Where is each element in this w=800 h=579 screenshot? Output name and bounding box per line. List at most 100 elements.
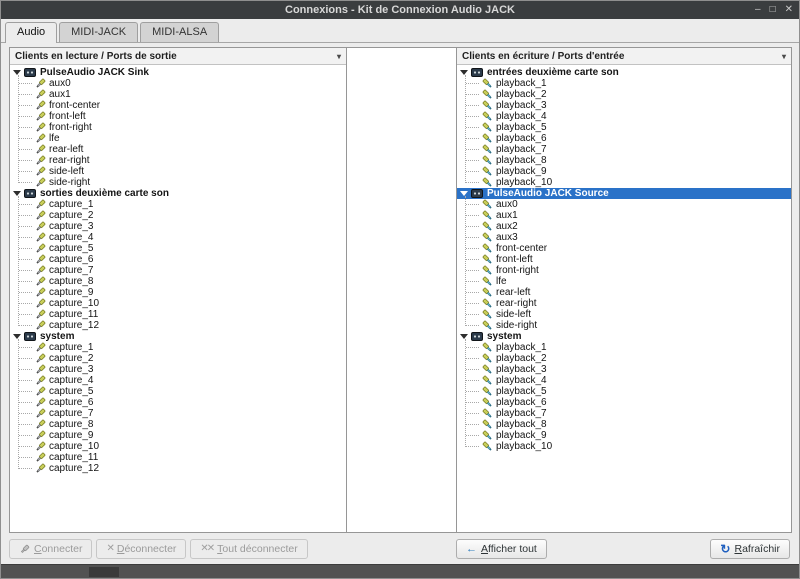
output-port-icon: [35, 111, 46, 122]
port-row[interactable]: rear-right: [10, 155, 346, 166]
port-row[interactable]: capture_10: [10, 441, 346, 452]
client-row[interactable]: system: [10, 331, 346, 342]
port-row[interactable]: side-left: [10, 166, 346, 177]
port-row[interactable]: playback_10: [457, 177, 791, 188]
port-row[interactable]: capture_11: [10, 309, 346, 320]
port-row[interactable]: front-center: [457, 243, 791, 254]
show-all-button[interactable]: ← Afficher tout: [456, 539, 547, 559]
disconnect-all-button[interactable]: ✕✕ Tout déconnecter: [190, 539, 308, 559]
input-port-icon: [482, 298, 493, 309]
port-row[interactable]: playback_1: [457, 78, 791, 89]
port-row[interactable]: lfe: [457, 276, 791, 287]
port-row[interactable]: capture_9: [10, 430, 346, 441]
expander-icon[interactable]: [13, 191, 21, 196]
titlebar[interactable]: Connexions - Kit de Connexion Audio JACK…: [1, 1, 799, 19]
header-dropdown-arrow-icon[interactable]: ▾: [782, 52, 786, 61]
port-row[interactable]: playback_9: [457, 166, 791, 177]
port-row[interactable]: capture_10: [10, 298, 346, 309]
port-row[interactable]: playback_8: [457, 155, 791, 166]
port-row[interactable]: front-center: [10, 100, 346, 111]
port-row[interactable]: front-left: [457, 254, 791, 265]
port-row[interactable]: playback_8: [457, 419, 791, 430]
expander-icon[interactable]: [460, 191, 468, 196]
tab-midi-jack[interactable]: MIDI-JACK: [59, 22, 139, 42]
port-row[interactable]: playback_10: [457, 441, 791, 452]
port-row[interactable]: playback_7: [457, 144, 791, 155]
port-row[interactable]: capture_2: [10, 210, 346, 221]
port-label: playback_7: [496, 144, 547, 155]
port-row[interactable]: aux0: [10, 78, 346, 89]
port-row[interactable]: playback_3: [457, 100, 791, 111]
port-row[interactable]: capture_4: [10, 232, 346, 243]
client-icon: [471, 68, 483, 77]
taskbar-item[interactable]: [89, 567, 119, 577]
port-row[interactable]: rear-left: [457, 287, 791, 298]
port-label: capture_9: [49, 287, 94, 298]
port-row[interactable]: capture_5: [10, 243, 346, 254]
tab-audio[interactable]: Audio: [5, 22, 58, 43]
port-row[interactable]: aux3: [457, 232, 791, 243]
expander-icon[interactable]: [460, 70, 468, 75]
port-row[interactable]: side-left: [457, 309, 791, 320]
refresh-button[interactable]: ↻ Rafraîchir: [710, 539, 790, 559]
port-row[interactable]: capture_7: [10, 408, 346, 419]
port-row[interactable]: capture_6: [10, 254, 346, 265]
port-row[interactable]: playback_2: [457, 353, 791, 364]
port-row[interactable]: side-right: [457, 320, 791, 331]
port-row[interactable]: playback_1: [457, 342, 791, 353]
port-row[interactable]: front-left: [10, 111, 346, 122]
port-row[interactable]: playback_3: [457, 364, 791, 375]
port-row[interactable]: aux1: [10, 89, 346, 100]
port-row[interactable]: capture_1: [10, 342, 346, 353]
port-row[interactable]: playback_5: [457, 386, 791, 397]
port-row[interactable]: playback_4: [457, 111, 791, 122]
port-row[interactable]: aux0: [457, 199, 791, 210]
expander-icon[interactable]: [13, 334, 21, 339]
port-row[interactable]: capture_9: [10, 287, 346, 298]
port-row[interactable]: playback_6: [457, 133, 791, 144]
port-row[interactable]: capture_8: [10, 419, 346, 430]
port-row[interactable]: capture_3: [10, 364, 346, 375]
port-row[interactable]: front-right: [457, 265, 791, 276]
port-row[interactable]: playback_9: [457, 430, 791, 441]
port-row[interactable]: playback_7: [457, 408, 791, 419]
port-row[interactable]: capture_6: [10, 397, 346, 408]
disconnect-button[interactable]: ✕ Déconnecter: [96, 539, 187, 559]
port-row[interactable]: capture_12: [10, 463, 346, 474]
port-row[interactable]: playback_5: [457, 122, 791, 133]
port-row[interactable]: capture_5: [10, 386, 346, 397]
port-row[interactable]: capture_12: [10, 320, 346, 331]
port-row[interactable]: capture_1: [10, 199, 346, 210]
header-dropdown-arrow-icon[interactable]: ▾: [337, 52, 341, 61]
port-row[interactable]: capture_3: [10, 221, 346, 232]
client-row[interactable]: sorties deuxième carte son: [10, 188, 346, 199]
maximize-icon[interactable]: □: [770, 5, 776, 15]
client-row[interactable]: PulseAudio JACK Source: [457, 188, 791, 199]
port-row[interactable]: capture_7: [10, 265, 346, 276]
port-row[interactable]: rear-right: [457, 298, 791, 309]
port-row[interactable]: lfe: [10, 133, 346, 144]
port-row[interactable]: playback_2: [457, 89, 791, 100]
port-row[interactable]: aux2: [457, 221, 791, 232]
expander-icon[interactable]: [13, 70, 21, 75]
close-icon[interactable]: ✕: [785, 5, 793, 15]
port-row[interactable]: rear-left: [10, 144, 346, 155]
port-row[interactable]: capture_4: [10, 375, 346, 386]
left-panel-header[interactable]: Clients en lecture / Ports de sortie ▾: [10, 48, 346, 65]
port-row[interactable]: front-right: [10, 122, 346, 133]
port-row[interactable]: capture_2: [10, 353, 346, 364]
client-row[interactable]: entrées deuxième carte son: [457, 67, 791, 78]
client-row[interactable]: PulseAudio JACK Sink: [10, 67, 346, 78]
port-row[interactable]: capture_11: [10, 452, 346, 463]
client-row[interactable]: system: [457, 331, 791, 342]
tab-midi-alsa[interactable]: MIDI-ALSA: [140, 22, 220, 42]
right-panel-header[interactable]: Clients en écriture / Ports d'entrée ▾: [457, 48, 791, 65]
connect-button[interactable]: Connecter: [9, 539, 93, 559]
port-row[interactable]: playback_6: [457, 397, 791, 408]
port-row[interactable]: side-right: [10, 177, 346, 188]
port-row[interactable]: playback_4: [457, 375, 791, 386]
port-row[interactable]: capture_8: [10, 276, 346, 287]
minimize-icon[interactable]: –: [755, 5, 761, 15]
port-row[interactable]: aux1: [457, 210, 791, 221]
expander-icon[interactable]: [460, 334, 468, 339]
